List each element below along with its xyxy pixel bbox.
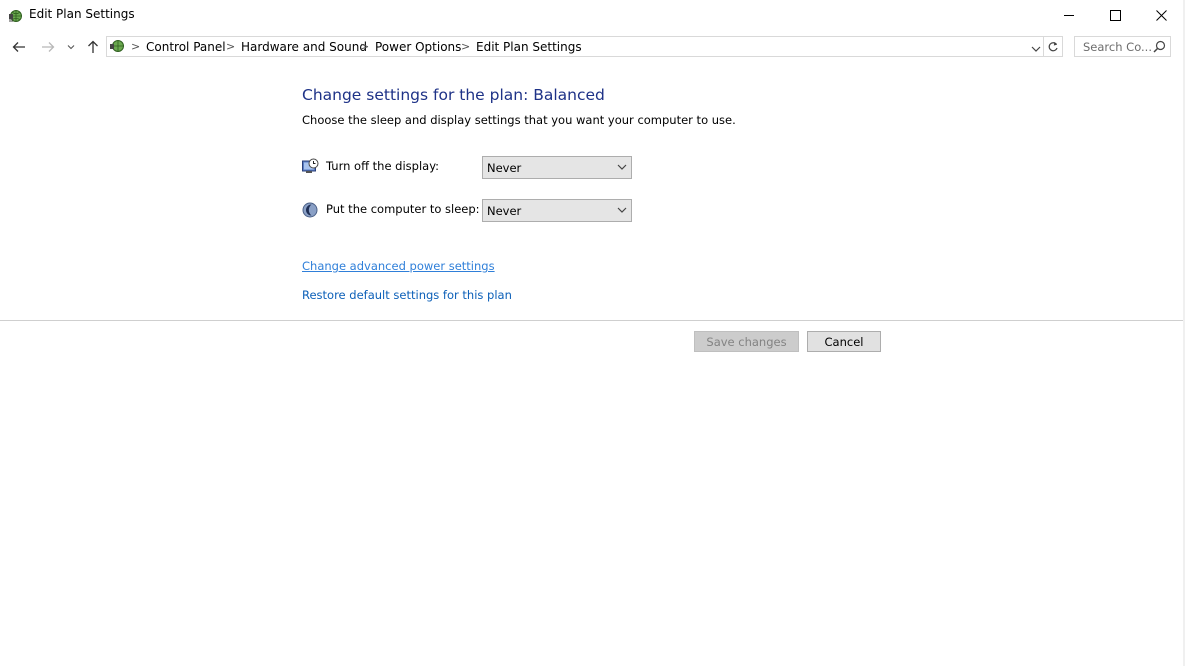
search-input[interactable]: Search Co... [1074, 36, 1171, 57]
up-button[interactable] [82, 37, 104, 57]
arrow-left-icon [12, 42, 25, 52]
maximize-icon [1109, 9, 1121, 21]
chevron-down-icon [617, 207, 627, 213]
control-panel-icon [109, 38, 125, 57]
arrow-right-icon [42, 42, 55, 52]
breadcrumb-separator: > [131, 40, 141, 53]
recent-locations-button[interactable] [62, 37, 80, 57]
chevron-down-icon [1031, 46, 1041, 52]
forward-button[interactable] [37, 37, 59, 57]
address-dropdown-button[interactable] [1031, 42, 1041, 56]
sleep-timeout-label: Put the computer to sleep: [326, 202, 480, 216]
breadcrumb-separator: > [461, 40, 471, 53]
advanced-power-settings-link[interactable]: Change advanced power settings [302, 259, 495, 273]
refresh-button[interactable] [1044, 36, 1063, 57]
refresh-icon [1048, 41, 1058, 51]
divider [0, 320, 1185, 321]
sleep-moon-icon [302, 202, 318, 221]
window-title: Edit Plan Settings [29, 7, 135, 21]
chevron-down-icon [617, 164, 627, 170]
cancel-button[interactable]: Cancel [807, 331, 881, 352]
search-icon[interactable] [1153, 40, 1166, 56]
chevron-down-icon [67, 45, 75, 50]
address-bar[interactable]: > Control Panel > Hardware and Sound > P… [106, 36, 1044, 57]
title-bar: Edit Plan Settings [0, 0, 1185, 30]
display-timeout-dropdown[interactable]: Never [482, 156, 632, 179]
close-button[interactable] [1138, 0, 1184, 30]
sleep-timeout-dropdown[interactable]: Never [482, 199, 632, 222]
maximize-button[interactable] [1092, 0, 1138, 30]
close-icon [1155, 9, 1167, 21]
display-clock-icon [302, 158, 319, 178]
power-options-icon [8, 7, 24, 23]
breadcrumb-power-options[interactable]: Power Options [375, 40, 461, 54]
minimize-icon [1063, 14, 1074, 16]
display-timeout-value: Never [487, 161, 522, 175]
page-description: Choose the sleep and display settings th… [302, 113, 736, 127]
breadcrumb-edit-plan-settings[interactable]: Edit Plan Settings [476, 40, 582, 54]
restore-defaults-link[interactable]: Restore default settings for this plan [302, 288, 512, 302]
back-button[interactable] [8, 37, 30, 57]
minimize-button[interactable] [1046, 0, 1092, 30]
sleep-timeout-value: Never [487, 204, 522, 218]
breadcrumb-separator: > [226, 40, 236, 53]
arrow-up-icon [88, 40, 98, 53]
breadcrumb-hardware-and-sound[interactable]: Hardware and Sound [241, 40, 367, 54]
save-changes-button[interactable]: Save changes [694, 331, 799, 352]
breadcrumb-control-panel[interactable]: Control Panel [146, 40, 226, 54]
search-placeholder: Search Co... [1083, 40, 1152, 54]
display-timeout-label: Turn off the display: [326, 159, 440, 173]
breadcrumb-separator: > [360, 40, 370, 53]
page-title: Change settings for the plan: Balanced [302, 86, 605, 104]
